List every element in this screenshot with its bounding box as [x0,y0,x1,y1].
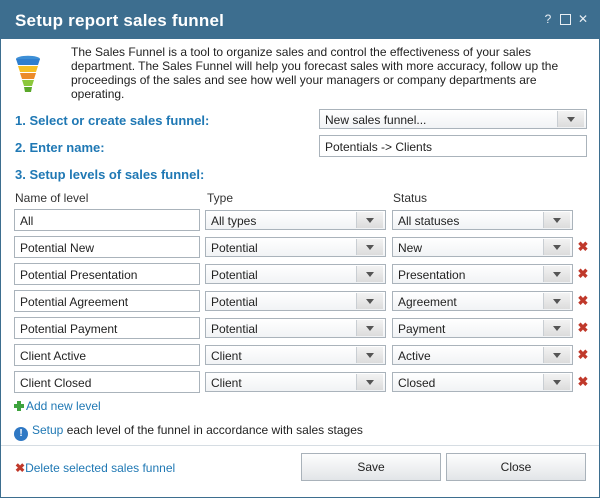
level-type-select[interactable]: All types [205,210,386,230]
chevron-down-icon[interactable] [557,111,584,127]
step1-label: 1. Select or create sales funnel: [15,113,210,128]
level-name-value: Potential Presentation [20,268,138,282]
add-new-level-link[interactable]: Add new level [14,399,101,413]
level-status-select[interactable]: Payment [392,318,573,338]
level-name-input[interactable]: Potential Presentation [14,263,200,285]
chevron-down-icon[interactable] [543,266,570,282]
save-button[interactable]: Save [301,453,441,481]
level-status-select[interactable]: All statuses [392,210,573,230]
chevron-down-icon[interactable] [356,239,383,255]
level-status-value: Presentation [398,268,466,282]
level-name-input[interactable]: All [14,209,200,231]
funnel-select-value: New sales funnel... [325,113,427,127]
level-type-select[interactable]: Potential [205,264,386,284]
setup-link[interactable]: Setup [32,423,63,437]
intro-text: The Sales Funnel is a tool to organize s… [71,45,559,101]
chevron-down-icon[interactable] [356,374,383,390]
level-name-input[interactable]: Client Closed [14,371,200,393]
close-icon[interactable]: ✕ [577,13,589,25]
level-type-select[interactable]: Potential [205,291,386,311]
level-name-value: Client Closed [20,376,92,390]
setup-hint-text: each level of the funnel in accordance w… [63,423,363,437]
close-button[interactable]: Close [446,453,586,481]
delete-funnel-label: Delete selected sales funnel [25,461,176,475]
help-icon[interactable]: ? [542,13,554,25]
chevron-down-icon[interactable] [356,212,383,228]
level-status-value: Active [398,349,431,363]
level-name-value: Client Active [20,349,87,363]
funnel-name-input[interactable]: Potentials -> Clients [319,135,587,157]
level-name-value: Potential New [20,241,95,255]
level-status-select[interactable]: Agreement [392,291,573,311]
level-type-select[interactable]: Client [205,372,386,392]
chevron-down-icon[interactable] [543,347,570,363]
level-type-value: Client [211,349,242,363]
level-type-select[interactable]: Potential [205,318,386,338]
level-status-value: Closed [398,376,436,390]
divider [1,445,599,446]
window-controls: ? ✕ [542,13,589,25]
chevron-down-icon[interactable] [356,320,383,336]
level-type-value: Potential [211,268,258,282]
setup-hint: ! Setup each level of the funnel in accor… [14,423,363,441]
level-type-value: Potential [211,241,258,255]
level-status-select[interactable]: Presentation [392,264,573,284]
level-name-input[interactable]: Potential Agreement [14,290,200,312]
chevron-down-icon[interactable] [543,212,570,228]
delete-funnel-link[interactable]: ✖Delete selected sales funnel [15,461,175,475]
level-name-input[interactable]: Potential New [14,236,200,258]
dialog-title: Setup report sales funnel [15,11,225,30]
title-bar[interactable]: Setup report sales funnel ? ✕ [1,1,599,39]
info-icon: ! [14,427,28,441]
plus-icon [14,401,24,411]
chevron-down-icon[interactable] [356,293,383,309]
chevron-down-icon[interactable] [356,266,383,282]
level-status-select[interactable]: Active [392,345,573,365]
level-status-value: All statuses [398,214,460,228]
level-name-input[interactable]: Potential Payment [14,317,200,339]
step2-label: 2. Enter name: [15,140,105,155]
level-status-value: Payment [398,322,446,336]
level-type-value: Potential [211,322,258,336]
funnel-select[interactable]: New sales funnel... [319,109,587,129]
chevron-down-icon[interactable] [543,320,570,336]
delete-level-icon[interactable]: ✖ [577,267,589,280]
delete-level-icon[interactable]: ✖ [577,375,589,388]
add-new-level-label: Add new level [26,399,101,413]
column-header-status: Status [393,191,428,205]
delete-level-icon[interactable]: ✖ [577,240,589,253]
chevron-down-icon[interactable] [543,293,570,309]
chevron-down-icon[interactable] [543,374,570,390]
step3-label: 3. Setup levels of sales funnel: [15,167,205,182]
chevron-down-icon[interactable] [543,239,570,255]
level-type-select[interactable]: Client [205,345,386,365]
column-header-name: Name of level [15,191,89,205]
level-status-value: New [398,241,423,255]
chevron-down-icon[interactable] [356,347,383,363]
level-name-value: Potential Agreement [20,295,129,309]
column-header-type: Type [207,191,234,205]
level-name-value: Potential Payment [20,322,118,336]
level-type-value: All types [211,214,257,228]
funnel-name-value: Potentials -> Clients [325,140,433,154]
maximize-icon[interactable] [560,13,571,25]
level-type-select[interactable]: Potential [205,237,386,257]
level-status-select[interactable]: New [392,237,573,257]
level-status-select[interactable]: Closed [392,372,573,392]
level-name-value: All [20,214,34,228]
level-name-input[interactable]: Client Active [14,344,200,366]
delete-icon: ✖ [15,461,26,475]
setup-funnel-dialog: Setup report sales funnel ? ✕ The Sales … [0,0,600,498]
level-status-value: Agreement [398,295,457,309]
delete-level-icon[interactable]: ✖ [577,321,589,334]
level-type-value: Client [211,376,242,390]
funnel-icon [16,55,40,92]
delete-level-icon[interactable]: ✖ [577,348,589,361]
level-type-value: Potential [211,295,258,309]
delete-level-icon[interactable]: ✖ [577,294,589,307]
